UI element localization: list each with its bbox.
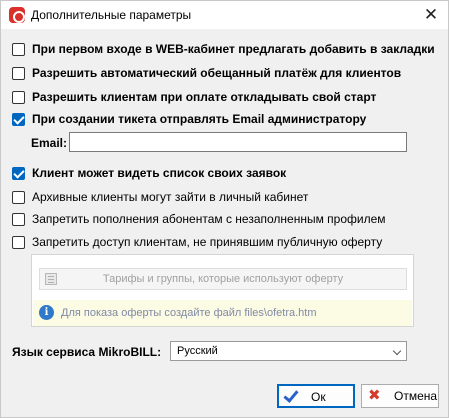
info-message: i Для показа оферты создайте файл files\… <box>33 300 412 326</box>
checkbox[interactable] <box>12 66 25 80</box>
ok-button-label: Ок <box>311 390 326 404</box>
email-field[interactable] <box>69 132 407 152</box>
window-title: Дополнительные параметры <box>31 8 192 22</box>
option-label: Архивные клиенты могут зайти в личный ка… <box>32 190 309 204</box>
title-bar: Дополнительные параметры ✕ <box>1 1 448 29</box>
option-row[interactable]: Разрешить автоматический обещанный платё… <box>12 65 401 81</box>
option-label: Запретить доступ клиентам, не принявшим … <box>32 235 383 249</box>
info-text: Для показа оферты создайте файл files\of… <box>61 307 317 319</box>
email-label: Email: <box>31 136 68 150</box>
tariffs-button-label: Тарифы и группы, которые используют офер… <box>102 273 344 285</box>
language-selected: Русский <box>177 345 218 357</box>
offer-panel: Тарифы и группы, которые используют офер… <box>31 254 414 327</box>
option-row[interactable]: Клиент может видеть список своих заявок <box>12 165 286 181</box>
app-logo-icon <box>9 7 25 23</box>
tariffs-button[interactable]: Тарифы и группы, которые используют офер… <box>39 268 407 290</box>
cancel-icon: ✖ <box>368 387 381 404</box>
option-label: При первом входе в WEB-кабинет предлагат… <box>32 42 435 56</box>
list-icon <box>45 273 57 285</box>
option-row[interactable]: Архивные клиенты могут зайти в личный ка… <box>12 189 308 205</box>
option-label: Разрешить клиентам при оплате откладыват… <box>32 90 377 104</box>
language-select[interactable]: Русский <box>170 341 407 361</box>
option-row[interactable]: Разрешить клиентам при оплате откладыват… <box>12 89 376 105</box>
checkbox[interactable] <box>12 235 25 249</box>
checkbox[interactable] <box>12 166 25 180</box>
option-label: Разрешить автоматический обещанный платё… <box>32 66 402 80</box>
option-row[interactable]: При первом входе в WEB-кабинет предлагат… <box>12 41 435 57</box>
checkbox[interactable] <box>12 190 25 204</box>
close-icon[interactable]: ✕ <box>420 4 442 26</box>
option-row[interactable]: При создании тикета отправлять Email адм… <box>12 111 366 127</box>
cancel-button-label: Отмена <box>394 389 438 403</box>
ok-button[interactable]: Ок <box>277 384 355 408</box>
checkbox[interactable] <box>12 90 25 104</box>
dialog-window: Дополнительные параметры ✕ При первом вх… <box>0 0 449 418</box>
option-row[interactable]: Запретить пополнения абонентам с незапол… <box>12 211 386 227</box>
option-label: При создании тикета отправлять Email адм… <box>32 112 367 126</box>
option-label: Запретить пополнения абонентам с незапол… <box>32 212 386 226</box>
checkbox[interactable] <box>12 112 25 126</box>
cancel-button[interactable]: ✖ Отмена <box>361 384 439 408</box>
chevron-down-icon <box>392 346 402 356</box>
option-row[interactable]: Запретить доступ клиентам, не принявшим … <box>12 234 382 250</box>
checkbox[interactable] <box>12 212 25 226</box>
check-icon <box>283 387 299 403</box>
checkbox[interactable] <box>12 42 25 56</box>
info-icon: i <box>39 305 54 320</box>
option-label: Клиент может видеть список своих заявок <box>32 166 287 180</box>
language-label: Язык сервиса MikroBILL: <box>12 345 162 359</box>
